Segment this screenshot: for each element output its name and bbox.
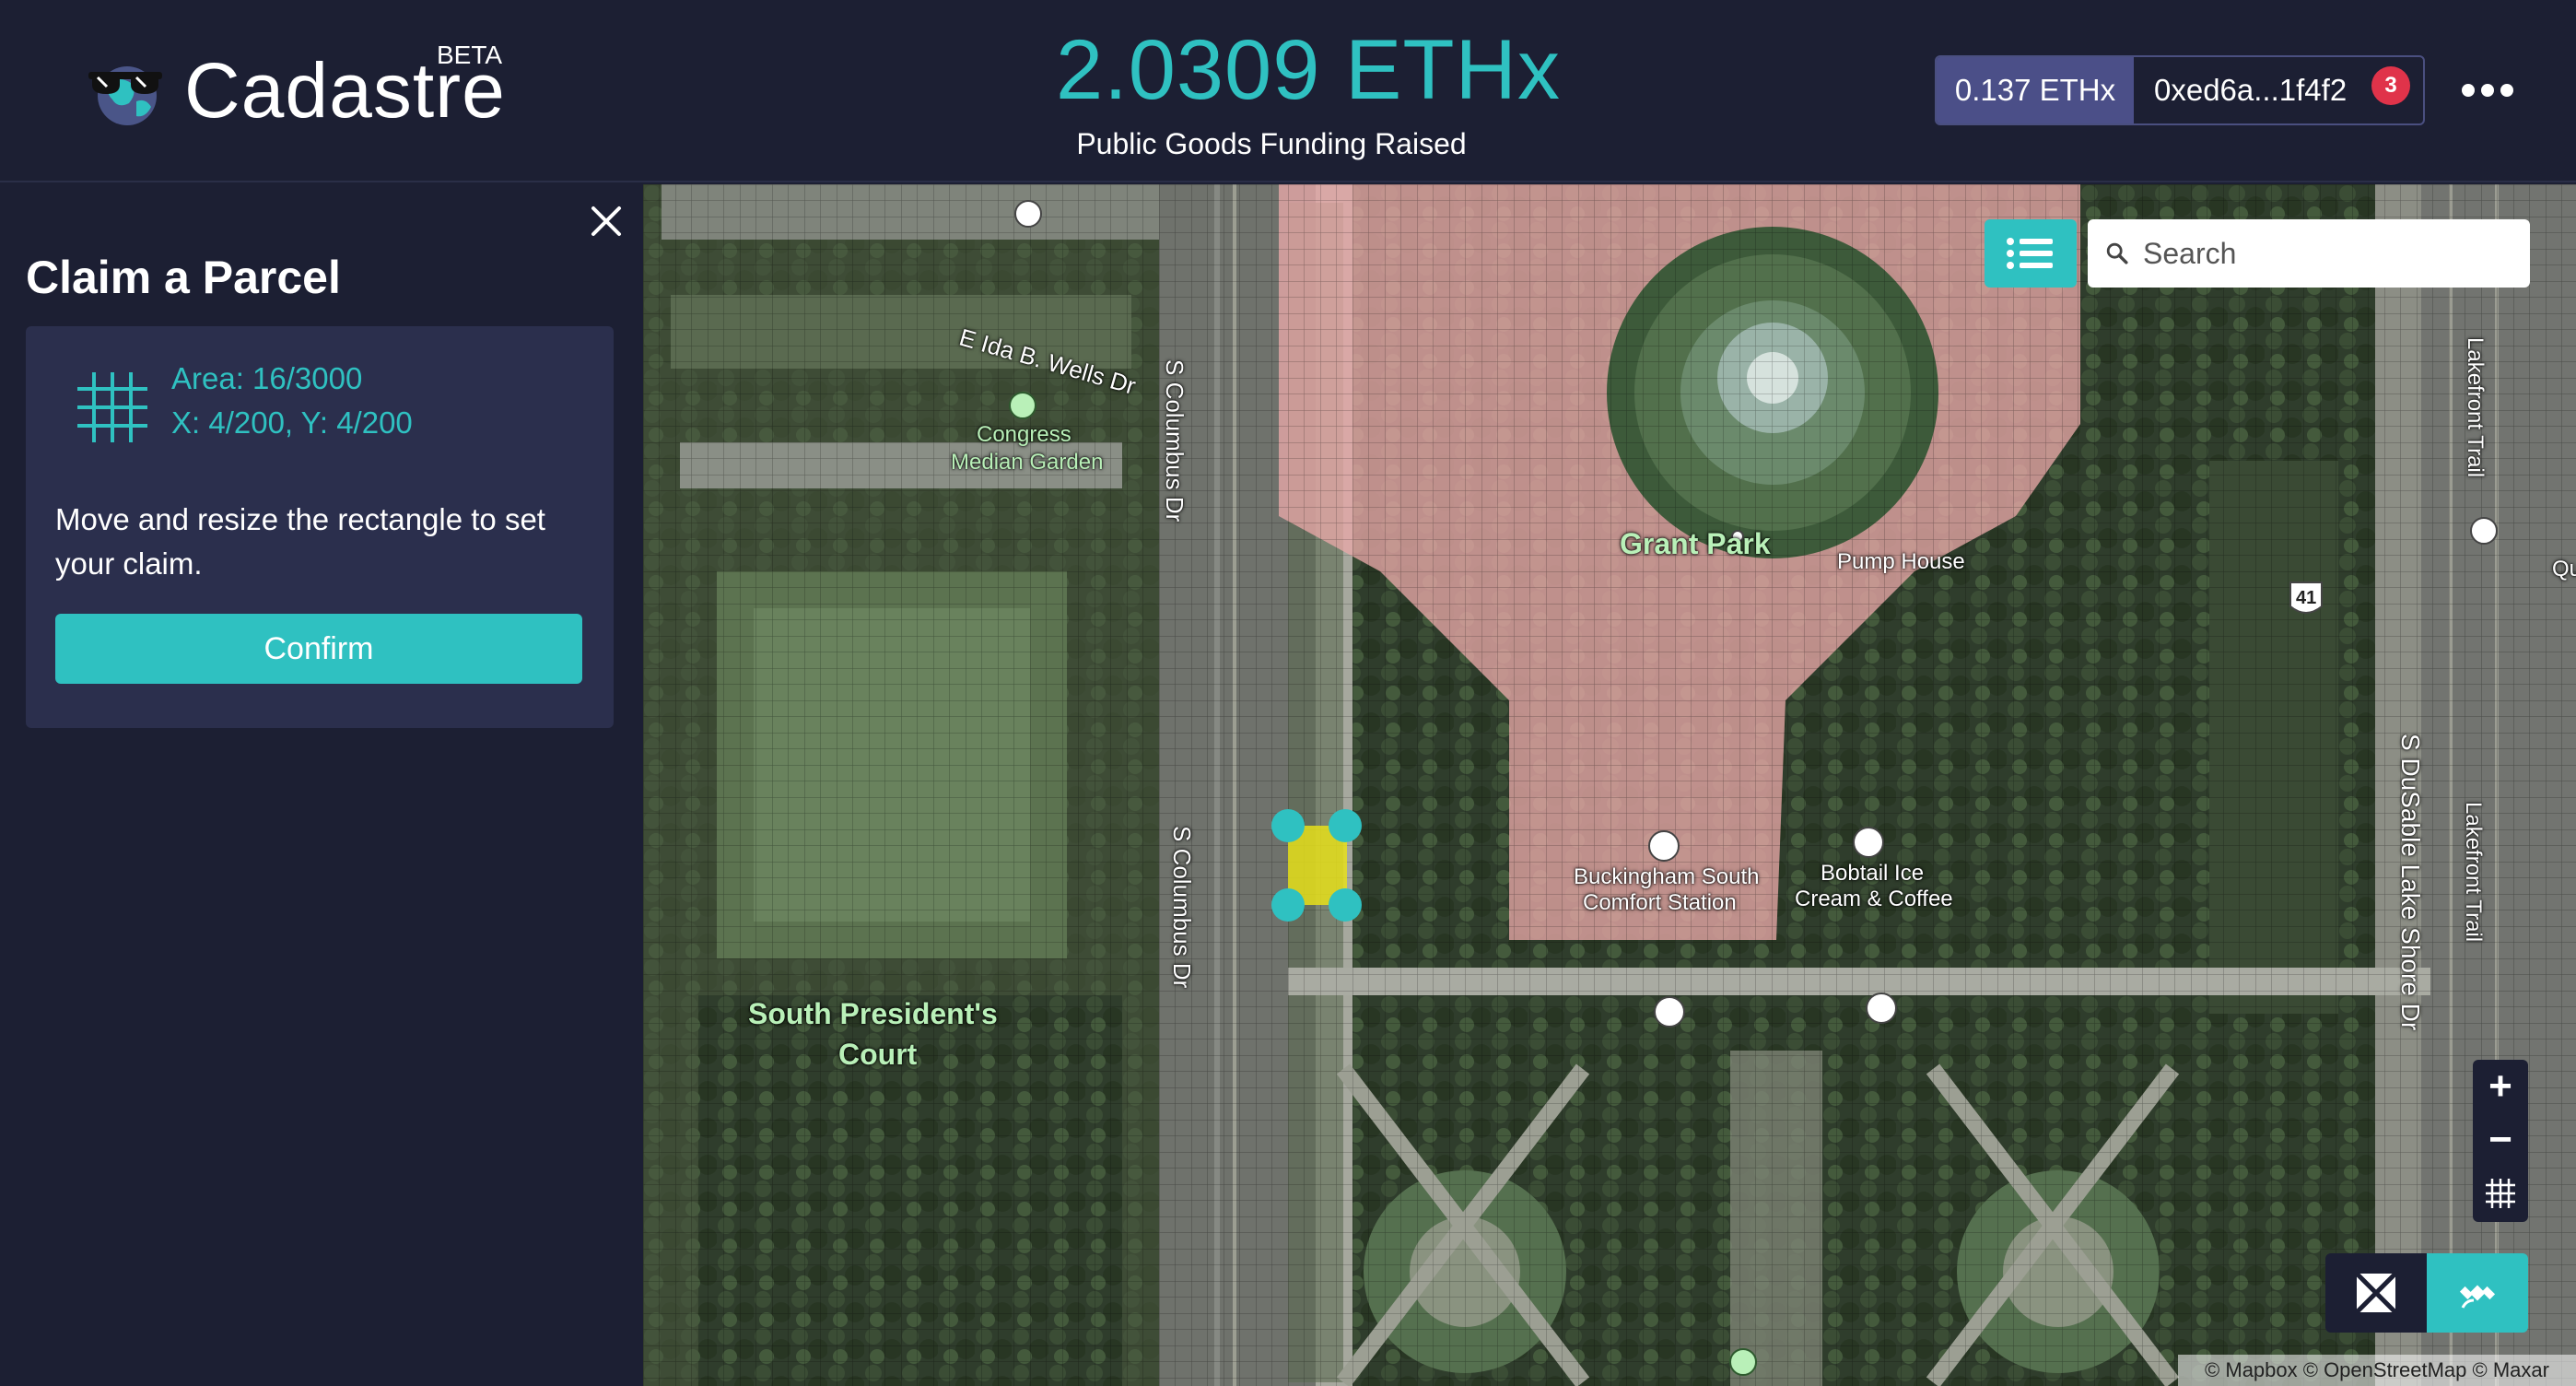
selection-handle	[1271, 888, 1305, 922]
zoom-controls: + −	[2473, 1060, 2528, 1222]
wallet-balance[interactable]: 0.137 ETHx	[1937, 57, 2134, 123]
street-label: Lakefront Trail	[2463, 337, 2488, 478]
street-label: S Columbus Dr	[1168, 826, 1196, 989]
wallet-address-text: 0xed6a...1f4f2	[2154, 73, 2348, 107]
beta-tag: BETA	[437, 41, 503, 69]
street-label: Lakefront Trail	[2461, 802, 2486, 943]
claim-card: Area: 16/3000 X: 4/200, Y: 4/200 Move an…	[26, 326, 614, 728]
park-label: Court	[838, 1038, 918, 1071]
claim-sidebar: Claim a Parcel Area: 16/3000 X: 4/200, Y…	[0, 184, 641, 1386]
poi-label: Comfort Station	[1583, 890, 1737, 915]
search-icon	[2106, 242, 2128, 264]
search-box[interactable]	[2088, 219, 2530, 288]
street-label: S DuSable Lake Shore Dr	[2396, 734, 2425, 1031]
poi-label: Bobtail Ice	[1821, 861, 1925, 886]
map-attribution[interactable]: © Mapbox © OpenStreetMap © Maxar	[2178, 1355, 2576, 1386]
notification-badge[interactable]: 3	[2371, 66, 2410, 105]
park-label: Grant Park	[1620, 527, 1771, 560]
dot	[2462, 84, 2475, 97]
wallet-widget[interactable]: 0.137 ETHx 0xed6a...1f4f2 3	[1935, 55, 2425, 125]
map-street-icon	[2355, 1272, 2397, 1314]
wallet-address[interactable]: 0xed6a...1f4f2 3	[2134, 57, 2423, 123]
funding-amount: 2.0309 ETHx	[1056, 23, 1561, 117]
satellite-map[interactable]	[643, 184, 2576, 1386]
globe-sunglasses-icon	[88, 66, 162, 125]
claim-instructions: Move and resize the rectangle to set you…	[55, 502, 545, 581]
poi-label: Buckingham South	[1574, 864, 1760, 889]
parcel-coordinates: X: 4/200, Y: 4/200	[171, 405, 413, 440]
edge-label: Qu	[2552, 557, 2576, 581]
grid-toggle-icon	[2486, 1179, 2515, 1208]
grid-toggle-button[interactable]	[2473, 1167, 2528, 1220]
satellite-style-button[interactable]	[2427, 1253, 2528, 1333]
close-icon[interactable]	[586, 201, 626, 241]
zoom-out-button[interactable]: −	[2473, 1113, 2528, 1167]
more-menu-icon[interactable]	[2454, 70, 2521, 111]
selection-handle	[1329, 809, 1362, 842]
map-view[interactable]: E Ida B. Wells Dr Congress Median Garden…	[643, 184, 2576, 1386]
parcel-area: Area: 16/3000	[171, 361, 363, 395]
poi-label: Cream & Coffee	[1795, 887, 1953, 911]
selection-handle	[1271, 809, 1305, 842]
panel-title: Claim a Parcel	[26, 252, 341, 303]
dot	[2481, 84, 2494, 97]
street-style-button[interactable]	[2325, 1253, 2427, 1333]
zoom-in-button[interactable]: +	[2473, 1060, 2528, 1113]
satellite-icon	[2459, 1285, 2496, 1309]
selection-handle	[1329, 888, 1362, 922]
list-toggle-button[interactable]	[1985, 219, 2077, 288]
map-style-toggle	[2325, 1253, 2528, 1333]
confirm-button[interactable]: Confirm	[55, 614, 582, 684]
top-bar: Cadastre BETA 2.0309 ETHx Public Goods F…	[0, 0, 2576, 182]
highway-shield-label: 41	[2296, 588, 2317, 608]
dot	[2500, 84, 2513, 97]
street-label: S Columbus Dr	[1161, 359, 1188, 523]
search-input[interactable]	[2130, 219, 2530, 288]
poi-label: Congress	[977, 422, 1071, 447]
park-label: South President's	[748, 997, 998, 1030]
poi-label: Pump House	[1837, 549, 1965, 574]
poi-label: Median Garden	[951, 450, 1104, 475]
funding-label: Public Goods Funding Raised	[1076, 127, 1467, 160]
list-icon	[2007, 238, 2053, 269]
grid-icon	[77, 372, 147, 442]
